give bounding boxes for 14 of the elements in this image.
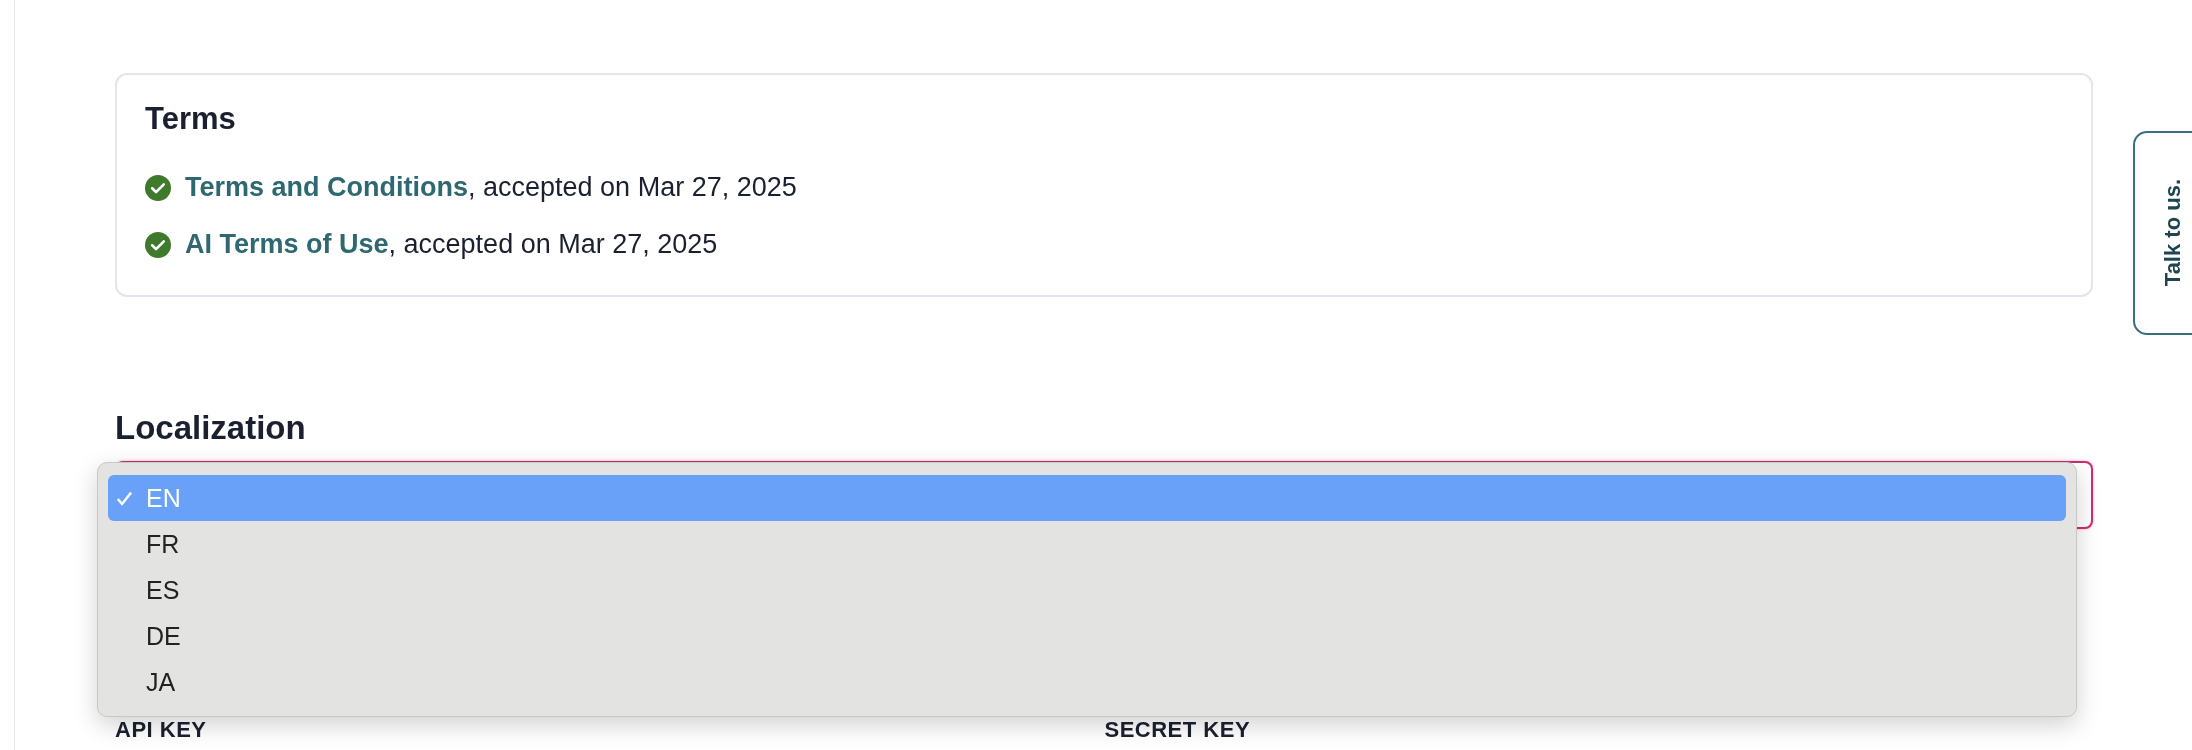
- dropdown-option[interactable]: JA: [108, 659, 2066, 705]
- terms-link[interactable]: Terms and Conditions: [185, 172, 468, 202]
- dropdown-option[interactable]: FR: [108, 521, 2066, 567]
- feedback-tab[interactable]: Talk to us.: [2133, 131, 2192, 335]
- dropdown-option[interactable]: ES: [108, 567, 2066, 613]
- term-text: AI Terms of Use, accepted on Mar 27, 2025: [185, 229, 718, 260]
- field-label: SECRET KEY: [1104, 717, 1252, 743]
- terms-link[interactable]: AI Terms of Use: [185, 229, 389, 259]
- term-text: Terms and Conditions, accepted on Mar 27, 2025: [185, 172, 797, 203]
- section-heading: Localization: [115, 409, 307, 447]
- section-heading: Terms: [145, 101, 237, 137]
- field-label: API KEY: [115, 717, 208, 743]
- dropdown-option[interactable]: DE: [108, 613, 2066, 659]
- check-icon: [116, 489, 133, 507]
